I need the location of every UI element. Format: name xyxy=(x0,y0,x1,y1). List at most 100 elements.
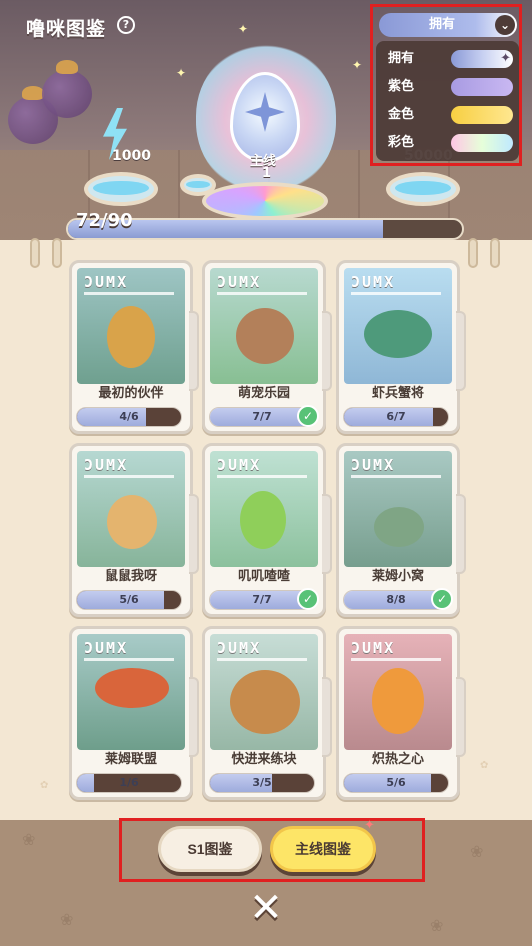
paw-decoration: ✿ xyxy=(40,780,49,791)
card-artwork: ƆUMX xyxy=(210,451,318,567)
check-icon: ✓ xyxy=(297,405,319,427)
card-tab xyxy=(322,311,332,391)
binder-ring xyxy=(30,238,40,268)
card-name: 叽叽喳喳 xyxy=(237,569,290,584)
card-tab xyxy=(456,677,466,757)
filter-option-label: 紫色 xyxy=(388,79,415,94)
filter-option-owned[interactable]: 拥有 ✦ xyxy=(382,45,513,73)
filter-selected-button[interactable]: 拥有 ⌄ xyxy=(379,13,517,37)
collection-card[interactable]: ƆUMX 快进来练块 3/5 xyxy=(202,626,332,800)
card-progress-text: 4/6 xyxy=(119,410,139,423)
card-progress-text: 5/6 xyxy=(386,776,406,789)
card-artwork: ƆUMX xyxy=(77,634,185,750)
card-progress-text: 6/7 xyxy=(386,410,406,423)
paw-decoration: ❀ xyxy=(22,830,36,849)
rainbow-swatch xyxy=(451,134,513,152)
sparkle-icon: ✦ xyxy=(176,66,187,80)
sparkle-icon: ✦ xyxy=(364,818,375,833)
card-name: 最初的伙伴 xyxy=(98,386,164,401)
card-name: 快进来练块 xyxy=(231,752,297,767)
card-brand-logo: ƆUMX xyxy=(351,456,396,474)
filter-option-rainbow[interactable]: 彩色 xyxy=(382,129,513,157)
card-brand-logo: ƆUMX xyxy=(217,273,262,291)
card-brand-underline xyxy=(84,475,174,478)
sparkle-icon: ✦ xyxy=(500,51,511,66)
gold-swatch xyxy=(451,106,513,124)
tab-main-collection[interactable]: 主线图鉴 xyxy=(270,826,376,872)
card-brand-logo: ƆUMX xyxy=(84,273,129,291)
card-progress-bar: 5/6 xyxy=(76,590,182,610)
card-name: 鼠鼠我呀 xyxy=(104,569,157,584)
card-tab xyxy=(456,494,466,574)
collection-card[interactable]: ƆUMX 鼠鼠我呀 5/6 xyxy=(69,443,199,617)
filter-option-gold[interactable]: 金色 xyxy=(382,101,513,129)
card-brand-underline xyxy=(84,292,174,295)
creature-illustration xyxy=(236,308,294,364)
card-progress-text: 3/5 xyxy=(252,776,272,789)
card-artwork: ƆUMX xyxy=(77,451,185,567)
creature-illustration xyxy=(107,306,155,368)
card-tab xyxy=(189,677,199,757)
card-name: 萌宠乐园 xyxy=(237,386,290,401)
card-brand-logo: ƆUMX xyxy=(217,639,262,657)
filter-options-list: 拥有 ✦ 紫色 金色 彩色 xyxy=(376,41,519,161)
sparkle-icon: ✦ xyxy=(352,58,363,72)
card-artwork: ƆUMX xyxy=(210,634,318,750)
card-progress-bar: 5/6 xyxy=(343,773,449,793)
card-name: 虾兵蟹将 xyxy=(371,386,424,401)
paw-decoration: ✿ xyxy=(480,760,489,771)
card-brand-logo: ƆUMX xyxy=(351,273,396,291)
paw-decoration: ❀ xyxy=(60,910,74,929)
collection-card[interactable]: ƆUMX 叽叽喳喳 7/7 ✓ xyxy=(202,443,332,617)
egg-pedestal xyxy=(202,182,328,220)
tab-s1-collection[interactable]: S1图鉴 xyxy=(158,826,262,872)
card-brand-underline xyxy=(351,292,441,295)
collection-card[interactable]: ƆUMX 最初的伙伴 4/6 xyxy=(69,260,199,434)
card-artwork: ƆUMX xyxy=(344,268,452,384)
card-brand-underline xyxy=(217,658,307,661)
collection-card[interactable]: ƆUMX 虾兵蟹将 6/7 xyxy=(336,260,466,434)
card-progress-bar: 1/6 xyxy=(76,773,182,793)
card-brand-underline xyxy=(217,292,307,295)
card-name: 炽热之心 xyxy=(371,752,424,767)
card-name: 莱姆小窝 xyxy=(371,569,424,584)
creature-illustration xyxy=(372,668,424,734)
card-brand-underline xyxy=(84,658,174,661)
collection-card[interactable]: ƆUMX 莱姆小窝 8/8 ✓ xyxy=(336,443,466,617)
creature-illustration xyxy=(107,495,157,549)
energy-value: 1000 xyxy=(112,148,151,164)
coins-pedestal[interactable] xyxy=(386,172,460,206)
binder-ring xyxy=(490,238,500,268)
card-progress-text: 1/6 xyxy=(119,776,139,789)
chevron-down-icon[interactable]: ⌄ xyxy=(495,15,515,35)
filter-dropdown: 拥有 ⌄ 拥有 ✦ 紫色 金色 彩色 xyxy=(370,4,522,166)
page-title: 噜咪图鉴 xyxy=(26,18,107,40)
card-brand-logo: ƆUMX xyxy=(217,456,262,474)
card-name: 莱姆联盟 xyxy=(104,752,157,767)
card-progress-bar: 6/7 xyxy=(343,407,449,427)
sparkle-icon: ✦ xyxy=(238,22,249,36)
check-icon: ✓ xyxy=(297,588,319,610)
collection-card[interactable]: ƆUMX 莱姆联盟 1/6 xyxy=(69,626,199,800)
energy-pedestal[interactable] xyxy=(84,172,158,206)
card-tab xyxy=(456,311,466,391)
card-tab xyxy=(189,311,199,391)
card-brand-underline xyxy=(217,475,307,478)
card-progress-bar: 4/6 xyxy=(76,407,182,427)
collection-card[interactable]: ƆUMX 炽热之心 5/6 xyxy=(336,626,466,800)
filter-option-purple[interactable]: 紫色 xyxy=(382,73,513,101)
card-tab xyxy=(189,494,199,574)
collection-progress-text: 72/90 xyxy=(76,210,133,231)
card-progress-text: 5/6 xyxy=(119,593,139,606)
collection-card[interactable]: ƆUMX 萌宠乐园 7/7 ✓ xyxy=(202,260,332,434)
card-artwork: ƆUMX xyxy=(210,268,318,384)
card-brand-underline xyxy=(351,475,441,478)
creature-illustration xyxy=(374,507,424,547)
paw-decoration: ❀ xyxy=(430,916,444,935)
help-icon[interactable]: ? xyxy=(117,16,135,34)
card-brand-underline xyxy=(351,658,441,661)
card-artwork: ƆUMX xyxy=(344,634,452,750)
card-tab xyxy=(322,677,332,757)
card-brand-logo: ƆUMX xyxy=(84,456,129,474)
close-icon[interactable]: ✕ xyxy=(244,886,288,930)
